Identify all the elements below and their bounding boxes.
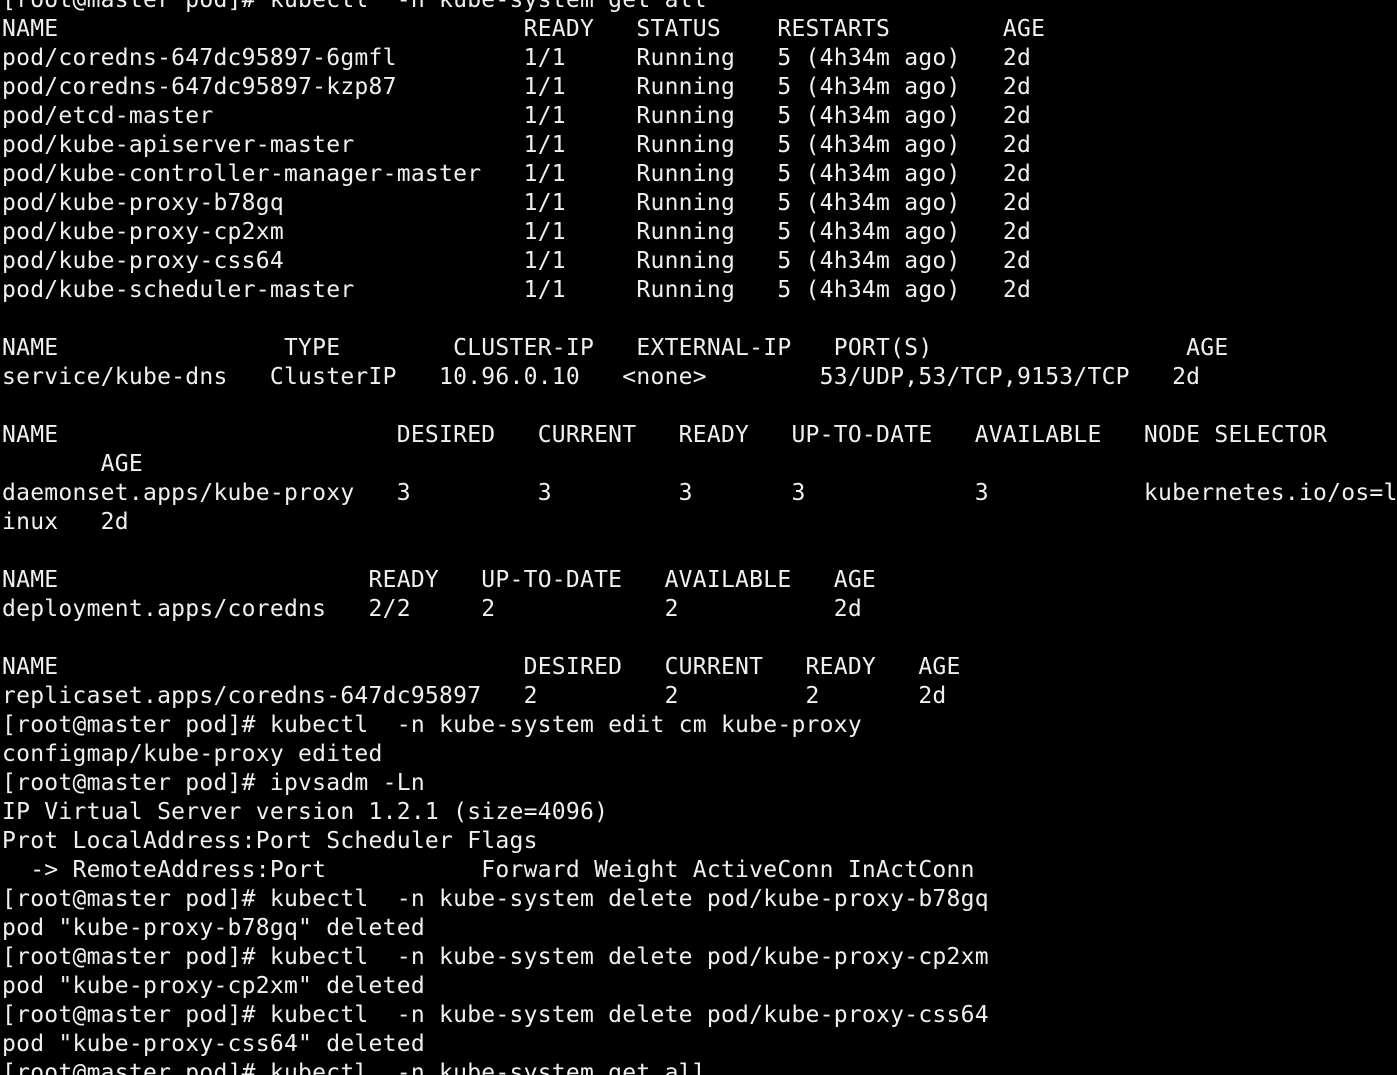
terminal-line: AGE	[2, 451, 143, 477]
terminal-line: [root@master pod]# kubectl -n kube-syste…	[2, 712, 862, 738]
terminal-line: [root@master pod]# kubectl -n kube-syste…	[2, 944, 989, 970]
terminal-line: pod/kube-apiserver-master 1/1 Running 5 …	[2, 132, 1032, 158]
terminal-line: service/kube-dns ClusterIP 10.96.0.10 <n…	[2, 364, 1201, 390]
terminal-line: NAME READY STATUS RESTARTS AGE	[2, 16, 1046, 42]
terminal-line: IP Virtual Server version 1.2.1 (size=40…	[2, 799, 609, 825]
terminal-line: [root@master pod]# kubectl -n kube-syste…	[2, 1002, 989, 1028]
terminal-line: pod/kube-controller-manager-master 1/1 R…	[2, 161, 1032, 187]
terminal-line: NAME READY UP-TO-DATE AVAILABLE AGE	[2, 567, 877, 593]
terminal-line: NAME DESIRED CURRENT READY AGE	[2, 654, 961, 680]
terminal-line: pod/kube-scheduler-master 1/1 Running 5 …	[2, 277, 1032, 303]
terminal-output: [root@master pod]# kubectl -n kube-syste…	[2, 0, 1397, 1075]
terminal-line: inux 2d	[2, 509, 129, 535]
terminal-line: NAME DESIRED CURRENT READY UP-TO-DATE AV…	[2, 422, 1328, 448]
terminal-line: daemonset.apps/kube-proxy 3 3 3 3 3 kube…	[2, 480, 1397, 506]
terminal-line: [root@master pod]# kubectl -n kube-syste…	[2, 1060, 707, 1075]
terminal-line: pod "kube-proxy-cp2xm" deleted	[2, 973, 425, 999]
terminal-line: pod/kube-proxy-css64 1/1 Running 5 (4h34…	[2, 248, 1032, 274]
terminal-line: [root@master pod]# kubectl -n kube-syste…	[2, 886, 989, 912]
terminal-line: [root@master pod]# ipvsadm -Ln	[2, 770, 425, 796]
terminal-line: [root@master pod]# kubectl -n kube-syste…	[2, 0, 707, 13]
terminal-line: pod/kube-proxy-b78gq 1/1 Running 5 (4h34…	[2, 190, 1032, 216]
terminal-line: pod/coredns-647dc95897-kzp87 1/1 Running…	[2, 74, 1032, 100]
terminal-line: pod/coredns-647dc95897-6gmfl 1/1 Running…	[2, 45, 1032, 71]
terminal-line: -> RemoteAddress:Port Forward Weight Act…	[2, 857, 975, 883]
terminal-line: pod/etcd-master 1/1 Running 5 (4h34m ago…	[2, 103, 1032, 129]
terminal-line: replicaset.apps/coredns-647dc95897 2 2 2…	[2, 683, 947, 709]
terminal-line: configmap/kube-proxy edited	[2, 741, 383, 767]
terminal-window[interactable]: [root@master pod]# kubectl -n kube-syste…	[0, 0, 1397, 1075]
terminal-line: Prot LocalAddress:Port Scheduler Flags	[2, 828, 538, 854]
terminal-line: deployment.apps/coredns 2/2 2 2 2d	[2, 596, 862, 622]
terminal-line: NAME TYPE CLUSTER-IP EXTERNAL-IP PORT(S)…	[2, 335, 1229, 361]
terminal-line: pod/kube-proxy-cp2xm 1/1 Running 5 (4h34…	[2, 219, 1032, 245]
terminal-line: pod "kube-proxy-b78gq" deleted	[2, 915, 425, 941]
terminal-line: pod "kube-proxy-css64" deleted	[2, 1031, 425, 1057]
